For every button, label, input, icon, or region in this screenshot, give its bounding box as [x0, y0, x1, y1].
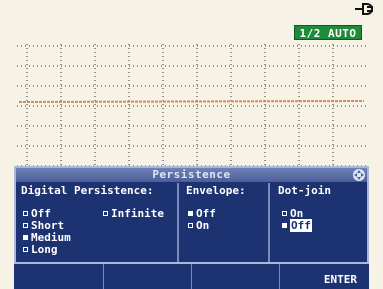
softkey-f3[interactable] — [192, 264, 280, 289]
option-persistence-long[interactable]: Long — [23, 244, 58, 255]
unselected-marker-icon — [23, 223, 28, 228]
option-envelope-off[interactable]: Off — [188, 208, 216, 219]
menu-title: Persistence — [16, 168, 367, 182]
status-bar — [0, 0, 383, 20]
option-persistence-off[interactable]: Off — [23, 208, 51, 219]
plug-icon — [355, 3, 373, 15]
selected-marker-icon — [282, 223, 287, 228]
enter-softkey[interactable]: ENTER — [280, 264, 369, 289]
unselected-marker-icon — [282, 211, 287, 216]
dot-join-header: Dot-join — [278, 184, 331, 197]
selected-marker-icon — [23, 235, 28, 240]
scope-grid — [17, 44, 366, 168]
selected-marker-icon — [188, 211, 193, 216]
option-dotjoin-off[interactable]: Off — [282, 219, 312, 232]
option-persistence-infinite[interactable]: Infinite — [103, 208, 164, 219]
option-persistence-short[interactable]: Short — [23, 220, 64, 231]
option-dotjoin-on[interactable]: On — [282, 208, 303, 219]
column-divider — [177, 183, 179, 262]
unselected-marker-icon — [23, 247, 28, 252]
softkey-f2[interactable] — [104, 264, 192, 289]
softkey-f1[interactable] — [14, 264, 104, 289]
navigation-icon[interactable] — [352, 168, 366, 182]
range-auto-badge: 1/2 AUTO — [294, 25, 362, 40]
column-divider — [268, 183, 270, 262]
menu-title-text: Persistence — [152, 168, 231, 181]
softkey-bar: ENTER — [14, 264, 369, 289]
scope-screen: 1/2 AUTO Persistence Digital Persistence… — [0, 0, 383, 289]
option-persistence-medium[interactable]: Medium — [23, 232, 71, 243]
persistence-menu: Persistence Digital Persistence: Envelop… — [14, 166, 369, 264]
unselected-marker-icon — [188, 223, 193, 228]
option-envelope-on[interactable]: On — [188, 220, 209, 231]
envelope-header: Envelope: — [186, 184, 246, 197]
unselected-marker-icon — [23, 211, 28, 216]
digital-persistence-header: Digital Persistence: — [21, 184, 154, 197]
trace-line — [18, 100, 365, 103]
unselected-marker-icon — [103, 211, 108, 216]
